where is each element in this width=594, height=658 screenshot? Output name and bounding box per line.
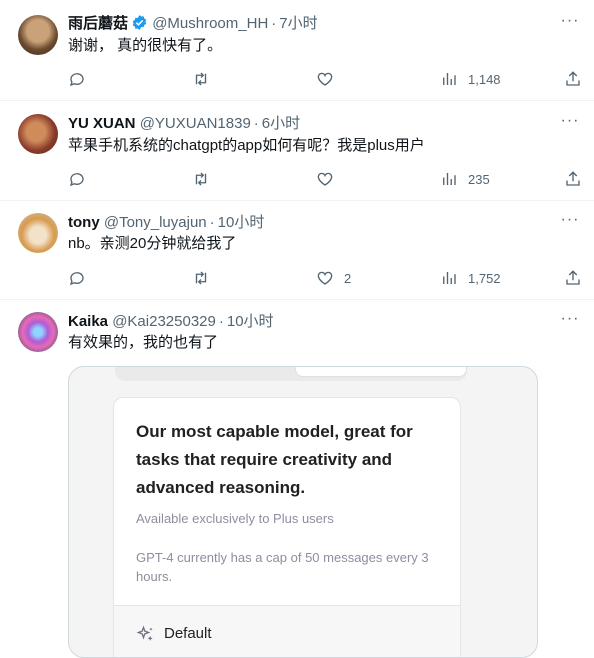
views-icon	[443, 73, 456, 85]
tweet-3[interactable]: tony @Tony_luyajun · 10小时 ··· nb。亲测20分钟就给我…	[0, 201, 594, 300]
image-top-segment	[115, 367, 467, 381]
timestamp[interactable]: 10小时	[227, 313, 274, 330]
separator-dot: ·	[271, 15, 277, 32]
tweet-media-image[interactable]: Our most capable model, great for tasks …	[68, 366, 538, 658]
author-handle[interactable]: @Mushroom_HH	[152, 15, 268, 32]
views-icon	[443, 173, 456, 185]
reply-button[interactable]	[68, 69, 86, 89]
tweet-text: 有效果的，我的也有了	[68, 334, 219, 351]
retweet-button[interactable]	[192, 69, 210, 89]
tweet-actions: 1,148	[68, 69, 584, 89]
tweet-1[interactable]: 雨后蘑菇 @Mushroom_HH · 7小时 ··· 谢谢， 真的很快有了。 1,…	[0, 0, 594, 101]
share-icon	[566, 171, 580, 186]
author-handle[interactable]: @Kai23250329	[112, 313, 216, 330]
reply-button[interactable]	[68, 268, 86, 288]
author-name[interactable]: Kaika	[68, 313, 108, 330]
more-icon[interactable]: ···	[560, 113, 580, 134]
avatar[interactable]	[18, 15, 58, 55]
separator-dot: ·	[253, 115, 259, 132]
retweet-icon	[195, 72, 207, 86]
verified-badge-icon	[132, 15, 147, 30]
share-icon	[566, 71, 580, 86]
views-count: 1,752	[468, 270, 501, 286]
retweet-button[interactable]	[192, 169, 210, 189]
tweet-actions: 235	[68, 169, 584, 189]
timestamp[interactable]: 10小时	[218, 214, 265, 231]
views-button[interactable]: 1,148	[440, 69, 501, 89]
more-icon[interactable]: ···	[560, 311, 580, 332]
tweet-2[interactable]: YU XUAN @YUXUAN1839 · 6小时 ··· 苹果手机系统的chatg…	[0, 101, 594, 201]
reply-icon	[69, 173, 84, 187]
avatar[interactable]	[18, 114, 58, 154]
like-button[interactable]: 2	[316, 268, 351, 288]
author-handle[interactable]: @YUXUAN1839	[140, 115, 251, 132]
retweet-button[interactable]	[192, 268, 210, 288]
retweet-icon	[195, 172, 207, 186]
model-info-card: Our most capable model, great for tasks …	[113, 397, 461, 657]
author-name[interactable]: 雨后蘑菇	[68, 15, 128, 32]
like-button[interactable]	[316, 169, 334, 189]
reply-icon	[69, 272, 84, 286]
heart-icon	[317, 172, 333, 186]
views-button[interactable]: 235	[440, 169, 490, 189]
more-icon[interactable]: ···	[560, 212, 580, 233]
like-button[interactable]	[316, 69, 334, 89]
share-button[interactable]	[564, 268, 582, 288]
retweet-icon	[195, 271, 207, 285]
card-subtitle: Available exclusively to Plus users	[136, 511, 334, 526]
tweet-actions: 2 1,752	[68, 268, 584, 288]
reply-icon	[69, 73, 84, 87]
share-button[interactable]	[564, 69, 582, 89]
image-top-segment-selected	[295, 367, 467, 377]
tweet-text: 谢谢， 真的很快有了。	[68, 37, 223, 54]
tweet-text: 苹果手机系统的chatgpt的app如何有呢？我是plus用户	[68, 137, 425, 154]
share-icon	[566, 270, 580, 285]
avatar[interactable]	[18, 213, 58, 253]
timestamp[interactable]: 7小时	[279, 15, 317, 32]
default-option-label: Default	[164, 625, 212, 642]
tweet-text: nb。亲测20分钟就给我了	[68, 235, 237, 252]
card-title: Our most capable model, great for tasks …	[136, 422, 413, 497]
author-handle[interactable]: @Tony_luyajun	[104, 214, 207, 231]
views-count: 235	[468, 171, 490, 187]
more-icon[interactable]: ···	[560, 13, 580, 34]
card-footer: Default	[114, 605, 460, 657]
heart-icon	[317, 72, 333, 86]
heart-icon	[317, 271, 333, 285]
reply-button[interactable]	[68, 169, 86, 189]
separator-dot: ·	[209, 214, 215, 231]
views-button[interactable]: 1,752	[440, 268, 501, 288]
author-name[interactable]: tony	[68, 214, 100, 231]
sparkle-icon	[136, 625, 153, 641]
likes-count: 2	[344, 270, 352, 286]
views-icon	[443, 272, 456, 284]
timestamp[interactable]: 6小时	[262, 115, 300, 132]
separator-dot: ·	[218, 313, 224, 330]
share-button[interactable]	[564, 169, 582, 189]
avatar[interactable]	[18, 312, 58, 352]
views-count: 1,148	[468, 71, 501, 87]
author-name[interactable]: YU XUAN	[68, 115, 136, 132]
card-note: GPT-4 currently has a cap of 50 messages…	[136, 550, 429, 584]
